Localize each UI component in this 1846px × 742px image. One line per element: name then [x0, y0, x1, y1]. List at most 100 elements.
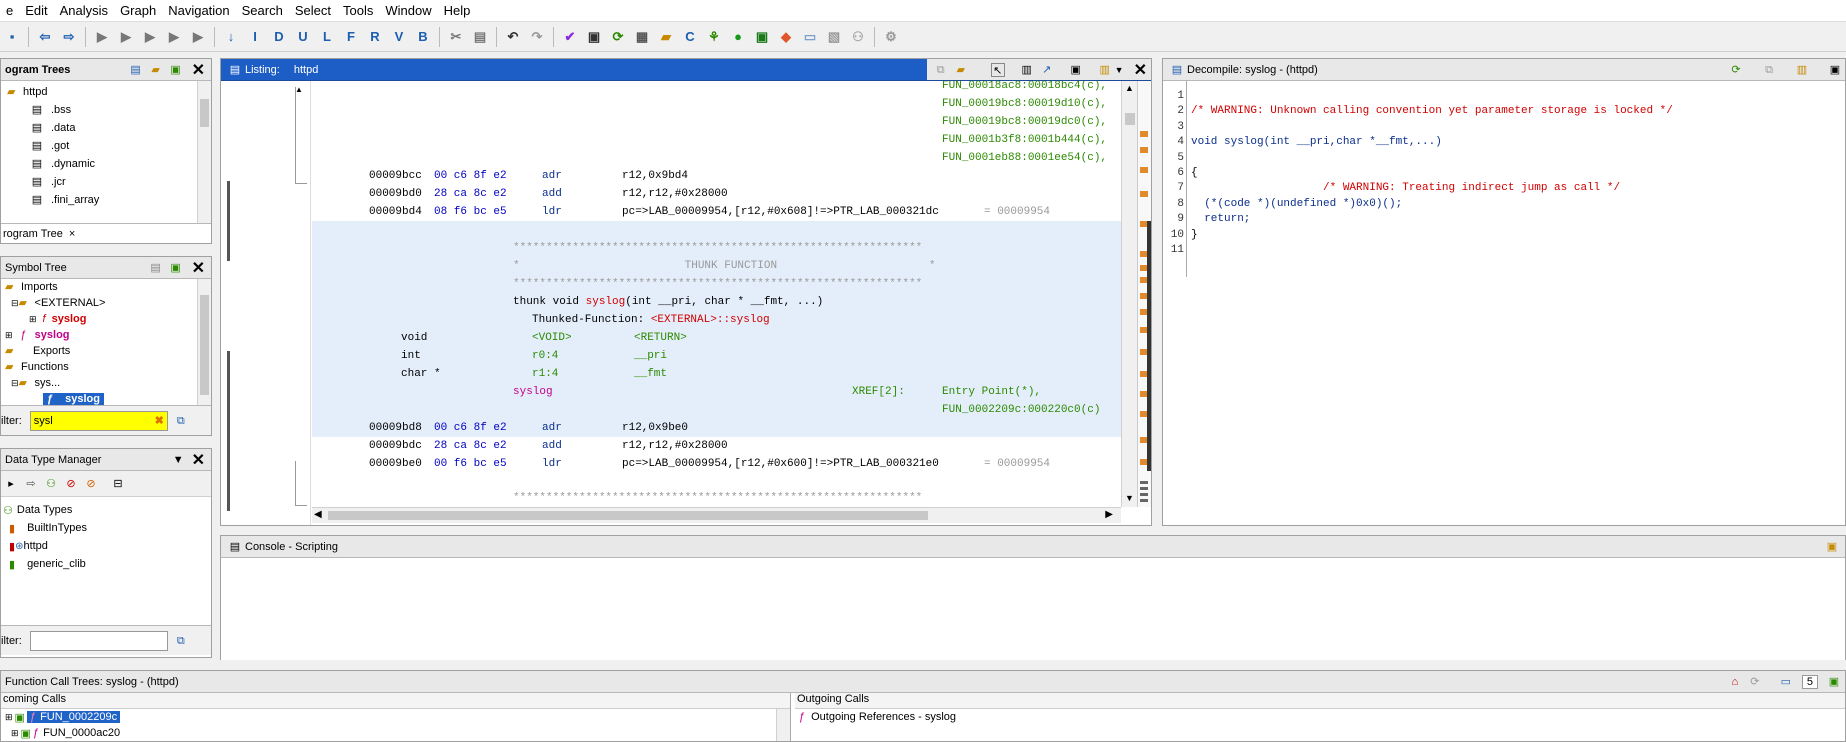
thunked-function[interactable]: Thunked-Function: <EXTERNAL>::syslog: [532, 313, 770, 328]
xref-line[interactable]: FUN_0002209c:000220c0(c): [942, 403, 1100, 418]
tree-node-root[interactable]: ⚇ Data Types: [1, 501, 211, 519]
nav-l-icon[interactable]: L: [318, 28, 336, 46]
nav-instruction-icon[interactable]: ▶: [189, 28, 207, 46]
data-type-filter-input[interactable]: [29, 630, 168, 651]
nav-undefined-icon[interactable]: ▶: [117, 28, 135, 46]
xref-line[interactable]: FUN_00019bc8:00019d10(c),: [942, 97, 1107, 112]
mnemonic[interactable]: adr: [542, 421, 562, 436]
menu-select[interactable]: Select: [289, 3, 337, 18]
cursor-mode-icon[interactable]: ↖: [990, 62, 1005, 77]
tree-icon[interactable]: ⚇: [44, 477, 58, 491]
mnemonic[interactable]: add: [542, 439, 562, 454]
console-output[interactable]: [221, 558, 1845, 660]
function-signature[interactable]: thunk void syslog(int __pri, char * __fm…: [513, 295, 823, 310]
decompile-code[interactable]: /* WARNING: Unknown calling convention y…: [1187, 81, 1845, 525]
xref-line[interactable]: FUN_00019bc8:00019dc0(c),: [942, 115, 1107, 130]
close-icon[interactable]: ✕: [1134, 60, 1147, 80]
diff-icon[interactable]: ↗: [1040, 63, 1054, 77]
function-label[interactable]: syslog: [513, 385, 553, 400]
mnemonic[interactable]: add: [542, 187, 562, 202]
home-icon[interactable]: ⌂: [1728, 675, 1742, 689]
tree-node[interactable]: ▮ ⊛ httpd: [1, 537, 211, 555]
nav-label-icon[interactable]: ▶: [141, 28, 159, 46]
menu-file[interactable]: e: [0, 3, 19, 18]
tree-icon[interactable]: ⚇: [849, 28, 867, 46]
paste-icon[interactable]: ▤: [471, 28, 489, 46]
close-tab-icon[interactable]: ×: [69, 228, 75, 240]
open-tree-icon[interactable]: ▤: [129, 63, 143, 77]
graph-icon[interactable]: ⚘: [705, 28, 723, 46]
down-arrow-icon[interactable]: ↓: [222, 28, 240, 46]
nav-i-icon[interactable]: I: [246, 28, 264, 46]
symbol-filter-input[interactable]: sysl ✖: [29, 410, 168, 431]
collapse-icon[interactable]: ⊟: [11, 378, 19, 389]
xref-line[interactable]: FUN_00018ac8:00018bc4(c),: [942, 81, 1107, 94]
vertical-scrollbar[interactable]: [776, 709, 790, 741]
refresh-icon[interactable]: ⟳: [609, 28, 627, 46]
forward-icon[interactable]: ⇨: [24, 477, 38, 491]
address[interactable]: 00009bd4: [369, 205, 422, 220]
refresh-icon[interactable]: ⟳: [1748, 675, 1762, 689]
nav-data-icon[interactable]: ▶: [93, 28, 111, 46]
thunked-target[interactable]: <EXTERNAL>::syslog: [651, 314, 770, 326]
menu-graph[interactable]: Graph: [114, 3, 162, 18]
param-name[interactable]: __fmt: [634, 367, 667, 382]
function-icon[interactable]: C: [681, 28, 699, 46]
cut-icon[interactable]: ✂: [447, 28, 465, 46]
code-signature[interactable]: void syslog(int __pri,char *__fmt,...): [1191, 135, 1845, 150]
operand[interactable]: r12,r12,#0x28000: [622, 187, 728, 202]
incoming-item[interactable]: ⊞ ▣ ƒ FUN_0002209c: [1, 709, 790, 725]
tree-node-imports[interactable]: ▰ Imports: [1, 279, 197, 295]
tree-item[interactable]: ▤ .fini_array: [1, 191, 197, 209]
param-name[interactable]: <RETURN>: [634, 331, 687, 346]
paste-icon[interactable]: ▰: [954, 63, 968, 77]
menu-navigation[interactable]: Navigation: [162, 3, 235, 18]
export-icon[interactable]: ▥: [1795, 63, 1809, 77]
nav-u-icon[interactable]: U: [294, 28, 312, 46]
filter-2-icon[interactable]: ⊘: [84, 477, 98, 491]
tree-node-exports-folder[interactable]: ▰ Exports: [1, 343, 197, 359]
field-edit-icon[interactable]: ▥: [1020, 63, 1034, 77]
tree-item[interactable]: ▤ .got: [1, 137, 197, 155]
undo-icon[interactable]: ↶: [504, 28, 522, 46]
memory-icon[interactable]: ▦: [633, 28, 651, 46]
xref-line[interactable]: FUN_0001eb88:0001ee54(c),: [942, 151, 1107, 166]
window-icon[interactable]: ▭: [801, 28, 819, 46]
create-icon[interactable]: ▤: [149, 261, 163, 275]
diamond-icon[interactable]: ◆: [777, 28, 795, 46]
tree-node[interactable]: ▮ generic_clib: [1, 555, 211, 573]
tree-node-exports[interactable]: ⊞ ƒ syslog: [1, 327, 197, 343]
address[interactable]: 00009bdc: [369, 439, 422, 454]
forward-icon[interactable]: ⇨: [60, 28, 78, 46]
filter-icon[interactable]: ⊘: [64, 477, 78, 491]
xref-line[interactable]: Entry Point(*),: [942, 385, 1041, 400]
program-tree-tab[interactable]: rogram Tree: [3, 228, 63, 240]
layout-icon[interactable]: ▥: [1098, 63, 1112, 77]
tree-item[interactable]: ▤ .data: [1, 119, 197, 137]
image-icon[interactable]: ▧: [825, 28, 843, 46]
overview-bar[interactable]: [1137, 81, 1151, 507]
refresh-icon[interactable]: ⟳: [1729, 63, 1743, 77]
address[interactable]: 00009bcc: [369, 169, 422, 184]
operand[interactable]: pc=>LAB_00009954,[r12,#0x608]!=>PTR_LAB_…: [622, 205, 939, 220]
terminal-icon[interactable]: ▣: [753, 28, 771, 46]
filter-options-icon[interactable]: ⧉: [174, 634, 188, 648]
outgoing-item[interactable]: ƒ Outgoing References - syslog: [795, 709, 1845, 725]
vertical-scrollbar[interactable]: ▲ ▼: [1121, 81, 1137, 507]
nav-function-icon[interactable]: ▶: [165, 28, 183, 46]
tree-item[interactable]: ▤ .dynamic: [1, 155, 197, 173]
tree-item[interactable]: ▤ .bss: [1, 101, 197, 119]
collapse-all-icon[interactable]: ⊟: [111, 477, 125, 491]
folder-icon[interactable]: ▰: [657, 28, 675, 46]
address[interactable]: 00009bd0: [369, 187, 422, 202]
operand[interactable]: r12,r12,#0x28000: [622, 439, 728, 454]
mnemonic[interactable]: adr: [542, 169, 562, 184]
clear-filter-icon[interactable]: ✖: [155, 414, 164, 427]
view-icon[interactable]: ▣: [169, 261, 183, 275]
snapshot-icon[interactable]: ▣: [1069, 63, 1083, 77]
tree-node-selected[interactable]: ƒ syslog: [1, 391, 197, 405]
tree-node-functions[interactable]: ▰ Functions: [1, 359, 197, 375]
back-icon[interactable]: ▸: [4, 477, 18, 491]
nav-d-icon[interactable]: D: [270, 28, 288, 46]
mnemonic[interactable]: ldr: [542, 205, 562, 220]
